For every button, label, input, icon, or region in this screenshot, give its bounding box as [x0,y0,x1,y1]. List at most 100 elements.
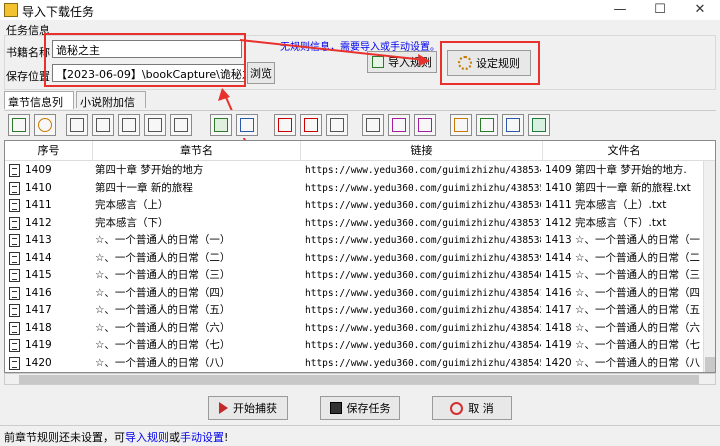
sort-123-icon[interactable] [326,114,348,136]
horizontal-scrollbar[interactable] [4,373,716,385]
cell-url: https://www.yedu360.com/guimizhizhu/4385… [305,217,541,229]
cell-no: 1418 [25,321,52,334]
cell-url: https://www.yedu360.com/guimizhizhu/4385… [305,252,541,264]
move-up-icon[interactable] [92,114,114,136]
cell-name: ☆、一个普通人的日常（七） [95,339,231,351]
cell-name: 第四十一章 新的旅程 [95,181,193,194]
settings-icon[interactable] [34,114,56,136]
cell-file: 1416 ☆、一个普通人的日常（四 [545,286,700,299]
cell-file: 1409 第四十章 梦开始的地方. [545,164,687,176]
save-icon [329,402,342,414]
cell-url: https://www.yedu360.com/guimizhizhu/4385… [305,340,541,351]
document-icon [9,251,20,265]
cell-name: ☆、一个普通人的日常（八） [95,356,231,369]
check-icon[interactable] [210,114,232,136]
cell-name: ☆、一个普通人的日常（一） [95,234,231,246]
col-header-url[interactable]: 链接 [301,141,543,161]
status-import-rule-link[interactable]: 导入规则 [125,431,169,444]
document-icon [9,321,20,335]
cell-file: 1420 ☆、一个普通人的日常（八 [545,356,700,369]
cell-file: 1410 第四十一章 新的旅程.txt [545,181,691,194]
cell-no: 1420 [25,356,52,369]
table-row[interactable]: 1418 ☆、一个普通人的日常（六） https://www.yedu360.com… [5,320,715,338]
copy-icon[interactable] [450,114,472,136]
cell-no: 1416 [25,286,52,299]
vertical-scrollbar[interactable] [703,161,715,372]
document-icon [9,304,20,317]
cell-file: 1412 完本感言（下）.txt [545,216,667,229]
cell-url: https://www.yedu360.com/guimizhizhu/4385… [305,357,541,369]
filter-down-icon[interactable] [414,114,436,136]
cancel-button[interactable]: 取 消 [432,396,512,420]
start-capture-button[interactable]: 开始捕获 [208,396,288,420]
table-row[interactable]: 1412 完本感言（下） https://www.yedu360.com/guimi… [5,215,715,233]
table-row[interactable]: 1419 ☆、一个普通人的日常（七） https://www.yedu360.com… [5,337,715,355]
cell-file: 1418 ☆、一个普通人的日常（六 [545,321,700,334]
move-bottom-icon[interactable] [144,114,166,136]
cell-url: https://www.yedu360.com/guimizhizhu/4385… [305,165,541,176]
table-header: 序号 章节名 链接 文件名 [5,141,715,161]
arrowhead-import [418,54,430,66]
table-row[interactable]: 1420 ☆、一个普通人的日常（八） https://www.yedu360.com… [5,355,715,373]
cell-file: 1415 ☆、一个普通人的日常（三 [545,269,700,281]
list-icon[interactable] [274,114,296,136]
mail-icon[interactable] [236,114,258,136]
excel-icon[interactable] [528,114,550,136]
table-row[interactable]: 1417 ☆、一个普通人的日常（五） https://www.yedu360.com… [5,302,715,320]
status-middle: 或 [169,431,180,444]
cell-no: 1412 [25,216,52,229]
document-icon [9,269,20,282]
tab-chapter-list[interactable]: 章节信息列表 [4,91,74,125]
move-down-icon[interactable] [118,114,140,136]
cell-name: ☆、一个普通人的日常（二） [95,251,231,264]
table-row[interactable]: 1416 ☆、一个普通人的日常（四） https://www.yedu360.com… [5,285,715,303]
tab-novel-extra-info[interactable]: 小说附加信息 [76,91,146,125]
cell-name: ☆、一个普通人的日常（三） [95,269,231,281]
table-row[interactable]: 1414 ☆、一个普通人的日常（二） https://www.yedu360.com… [5,250,715,268]
cell-no: 1409 [25,164,52,176]
move-top-icon[interactable] [66,114,88,136]
list-red-icon[interactable] [300,114,322,136]
cancel-label: 取 消 [468,402,494,415]
export-icon[interactable] [8,114,30,136]
cell-url: https://www.yedu360.com/guimizhizhu/4385… [305,322,541,334]
cell-no: 1414 [25,251,52,264]
col-header-no[interactable]: 序号 [5,141,93,161]
cell-no: 1413 [25,234,52,246]
cell-no: 1417 [25,304,52,316]
horizontal-scroll-thumb[interactable] [19,375,699,384]
notes-icon[interactable] [502,114,524,136]
cell-name: 第四十章 梦开始的地方 [95,164,204,176]
delete-icon[interactable] [170,114,192,136]
cell-file: 1411 完本感言（上）.txt [545,199,667,211]
vertical-scroll-thumb[interactable] [705,357,715,372]
cell-name: 完本感言（下） [95,216,169,229]
cancel-icon [450,401,464,415]
cell-file: 1413 ☆、一个普通人的日常（一 [545,234,700,246]
document-icon [9,164,20,177]
status-suffix: ! [224,431,229,444]
cell-url: https://www.yedu360.com/guimizhizhu/4385… [305,270,541,281]
col-header-file[interactable]: 文件名 [543,141,705,161]
cell-url: https://www.yedu360.com/guimizhizhu/4385… [305,287,541,299]
save-task-button[interactable]: 保存任务 [320,396,400,420]
chapter-table: 序号 章节名 链接 文件名 1409 第四十章 梦开始的地方 https://www… [4,140,716,373]
document-icon [9,216,20,230]
arrow-to-import [239,39,426,61]
document-icon [9,356,20,370]
cell-name: ☆、一个普通人的日常（六） [95,321,231,334]
edit-icon[interactable] [476,114,498,136]
cell-file: 1414 ☆、一个普通人的日常（二 [545,251,700,264]
filter-up-icon[interactable] [388,114,410,136]
table-row[interactable]: 1415 ☆、一个普通人的日常（三） https://www.yedu360.com… [5,267,715,285]
status-manual-setting-link[interactable]: 手动设置 [180,431,224,444]
table-row[interactable]: 1410 第四十一章 新的旅程 https://www.yedu360.com/gu… [5,180,715,198]
cell-file: 1417 ☆、一个普通人的日常（五 [545,304,700,316]
document-icon [9,339,20,352]
table-row[interactable]: 1413 ☆、一个普通人的日常（一） https://www.yedu360.com… [5,232,715,250]
table-row[interactable]: 1411 完本感言（上） https://www.yedu360.com/guimi… [5,197,715,215]
col-header-name[interactable]: 章节名 [93,141,301,161]
document-icon [9,286,20,300]
table-row[interactable]: 1409 第四十章 梦开始的地方 https://www.yedu360.com/g… [5,162,715,180]
sort-123-alt-icon[interactable] [362,114,384,136]
